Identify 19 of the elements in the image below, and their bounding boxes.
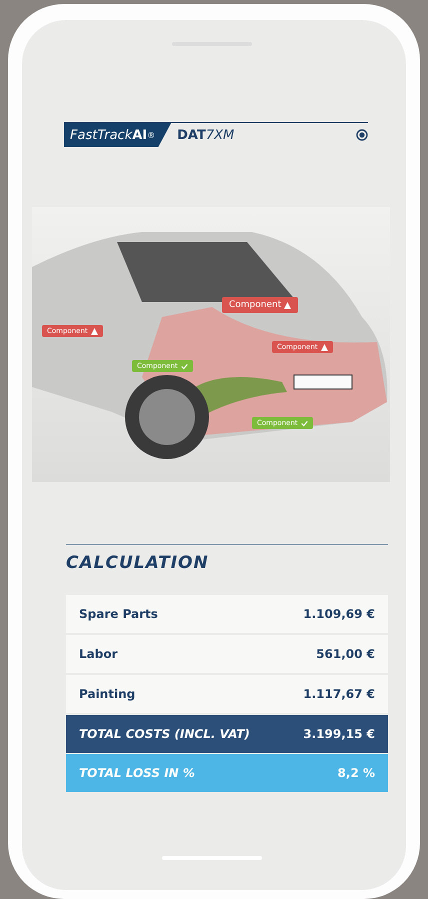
component-tag[interactable]: Component bbox=[222, 297, 298, 313]
row-label: TOTAL COSTS (INCL. VAT) bbox=[79, 727, 250, 741]
brand-logo: FastTrackAI$^{®}$ bbox=[64, 123, 172, 147]
row-label: Labor bbox=[79, 647, 118, 661]
check-icon bbox=[180, 362, 188, 370]
row-label: Spare Parts bbox=[79, 607, 158, 621]
row-label: Painting bbox=[79, 687, 136, 701]
row-value: 1.117,67 € bbox=[303, 687, 375, 701]
product-name: DAT7XM bbox=[177, 128, 234, 142]
row-value: 8,2 % bbox=[338, 766, 375, 780]
warning-icon bbox=[320, 344, 328, 350]
row-label: TOTAL LOSS IN % bbox=[79, 766, 195, 780]
radio-icon[interactable] bbox=[356, 129, 368, 141]
check-icon bbox=[300, 420, 308, 426]
warning-icon bbox=[90, 328, 98, 334]
row-value: 3.199,15 € bbox=[303, 727, 375, 741]
section-title: CALCULATION bbox=[66, 553, 210, 573]
row-value: 1.109,69 € bbox=[303, 607, 375, 621]
row-value: 561,00 € bbox=[316, 647, 375, 661]
